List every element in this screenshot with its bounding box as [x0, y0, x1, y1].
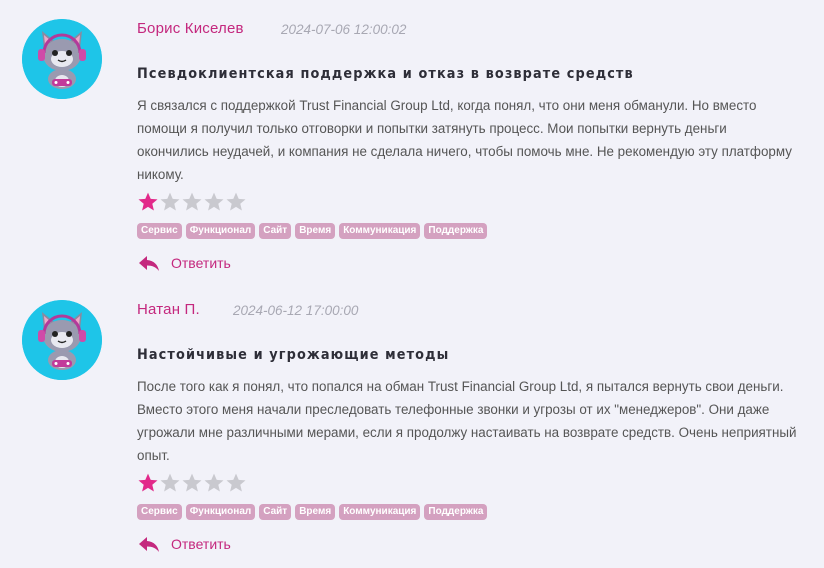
review-item: Натан П. 2024-06-12 17:00:00 Настойчивые…: [0, 281, 824, 563]
star-empty-icon: [204, 192, 224, 211]
tag-badge: Функционал: [185, 223, 256, 239]
review-title: Настойчивые и угрожающие методы: [137, 347, 450, 363]
reply-button[interactable]: Ответить: [138, 535, 231, 553]
tag-badge: Поддержка: [424, 504, 488, 520]
review-date: 2024-07-06 12:00:02: [281, 22, 407, 37]
reply-label: Ответить: [171, 255, 231, 271]
reply-label: Ответить: [171, 536, 231, 552]
tag-list: Сервис Функционал Сайт Время Коммуникация Под…: [137, 504, 488, 520]
tag-badge: Поддержка: [424, 223, 488, 239]
reviews-list: Борис Киселев 2024-07-06 12:00:02 Псевдо…: [0, 0, 824, 568]
tag-badge: Сервис: [137, 504, 182, 520]
star-empty-icon: [204, 473, 224, 492]
star-filled-icon: [138, 473, 158, 492]
reply-button[interactable]: Ответить: [138, 254, 231, 272]
gamer-cat-avatar-icon: [22, 300, 102, 380]
tag-badge: Коммуникация: [339, 223, 421, 239]
star-empty-icon: [160, 192, 180, 211]
tag-badge: Время: [295, 223, 336, 239]
star-filled-icon: [138, 192, 158, 211]
star-empty-icon: [182, 473, 202, 492]
rating-stars: [137, 472, 247, 494]
star-empty-icon: [160, 473, 180, 492]
tag-badge: Сайт: [259, 504, 292, 520]
tag-badge: Сайт: [259, 223, 292, 239]
author-name: Борис Киселев: [137, 20, 244, 37]
tag-badge: Сервис: [137, 223, 182, 239]
author-name: Натан П.: [137, 301, 200, 318]
review-title: Псевдоклиентская поддержка и отказ в воз…: [137, 66, 634, 82]
tag-badge: Коммуникация: [339, 504, 421, 520]
star-empty-icon: [182, 192, 202, 211]
star-empty-icon: [226, 473, 246, 492]
review-text: После того как я понял, что попался на о…: [137, 379, 797, 463]
star-empty-icon: [226, 192, 246, 211]
review-item: Борис Киселев 2024-07-06 12:00:02 Псевдо…: [0, 0, 824, 282]
review-date: 2024-06-12 17:00:00: [233, 303, 359, 318]
gamer-cat-avatar-icon: [22, 19, 102, 99]
tag-list: Сервис Функционал Сайт Время Коммуникация Под…: [137, 223, 488, 239]
reply-arrow-icon: [139, 537, 159, 552]
review-text: Я связался с поддержкой Trust Financial …: [137, 98, 792, 182]
avatar: [22, 19, 102, 99]
avatar: [22, 300, 102, 380]
tag-badge: Функционал: [185, 504, 256, 520]
rating-stars: [137, 191, 247, 213]
reply-arrow-icon: [139, 256, 159, 271]
tag-badge: Время: [295, 504, 336, 520]
